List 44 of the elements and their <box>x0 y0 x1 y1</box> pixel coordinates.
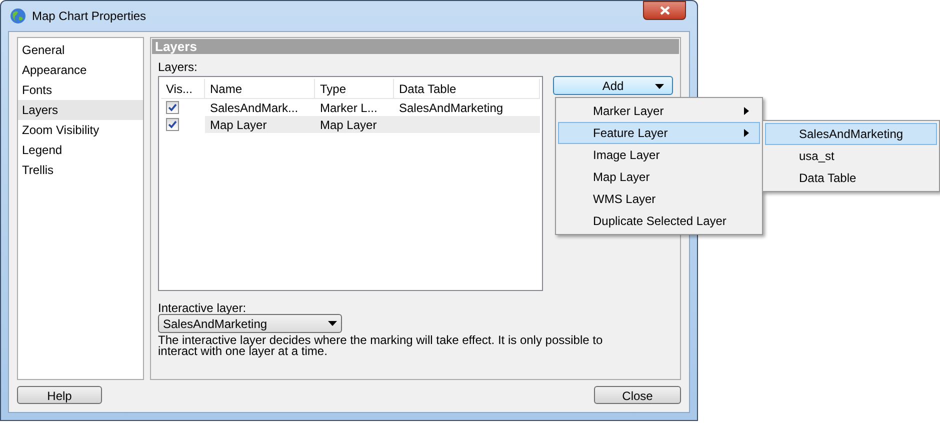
submenu-item[interactable]: SalesAndMarketing <box>765 123 937 145</box>
sidebar-item[interactable]: Legend <box>18 140 143 160</box>
checkbox[interactable] <box>166 118 179 131</box>
caret-icon <box>328 321 337 326</box>
submenu-item[interactable]: usa_st <box>765 145 937 167</box>
column-header[interactable]: Vis... <box>161 79 205 98</box>
description-text: The interactive layer decides where the marking will take effect. It is only possible to interact with one layer at a time. <box>158 335 604 357</box>
sidebar-item[interactable]: Zoom Visibility <box>18 120 143 140</box>
close-button[interactable] <box>643 1 686 20</box>
table-cell-text: Map Layer <box>319 116 378 134</box>
submenu-item[interactable]: Data Table <box>765 167 937 189</box>
close-dialog-button[interactable]: Close <box>594 386 681 404</box>
sidebar-item[interactable]: Fonts <box>18 80 143 100</box>
sidebar-item[interactable]: Trellis <box>18 160 143 180</box>
globe-icon <box>10 8 26 24</box>
submenu-arrow-icon <box>744 107 749 115</box>
window-title: Map Chart Properties <box>32 8 146 25</box>
sidebar-item[interactable]: General <box>18 40 143 60</box>
table-cell-text: SalesAndMark... <box>209 100 300 116</box>
table-cell-text: Marker L... <box>319 100 378 116</box>
menu-item[interactable]: Marker Layer <box>558 100 760 122</box>
add-button[interactable]: Add <box>553 76 673 95</box>
sidebar-item[interactable]: Layers <box>18 100 143 120</box>
caret-icon <box>655 84 664 89</box>
submenu-arrow-icon <box>744 129 749 137</box>
checkbox[interactable] <box>166 101 179 114</box>
layers-label: Layers: <box>158 59 198 74</box>
menu-item[interactable]: Duplicate Selected Layer <box>558 210 760 232</box>
interactive-layer-dropdown[interactable]: SalesAndMarketing <box>158 314 342 333</box>
table-cell-text: SalesAndMarketing <box>398 100 504 116</box>
menu-item[interactable]: Feature Layer <box>558 122 760 144</box>
close-icon <box>660 6 670 15</box>
interactive-layer-label: Interactive layer: <box>158 300 248 314</box>
help-button[interactable]: Help <box>17 386 102 404</box>
table-row[interactable]: SalesAndMark... Marker L... SalesAndMarketing <box>161 99 540 116</box>
sidebar-item[interactable]: Appearance <box>18 60 143 80</box>
menu-item[interactable]: WMS Layer <box>558 188 760 210</box>
menu-item[interactable]: Map Layer <box>558 166 760 188</box>
menu-item[interactable]: Image Layer <box>558 144 760 166</box>
table-cell-text: Map Layer <box>209 116 268 134</box>
panel-header: Layers <box>152 39 679 54</box>
column-header[interactable]: Data Table <box>394 79 540 98</box>
column-header[interactable]: Type <box>315 79 394 98</box>
column-header[interactable]: Name <box>205 79 315 98</box>
